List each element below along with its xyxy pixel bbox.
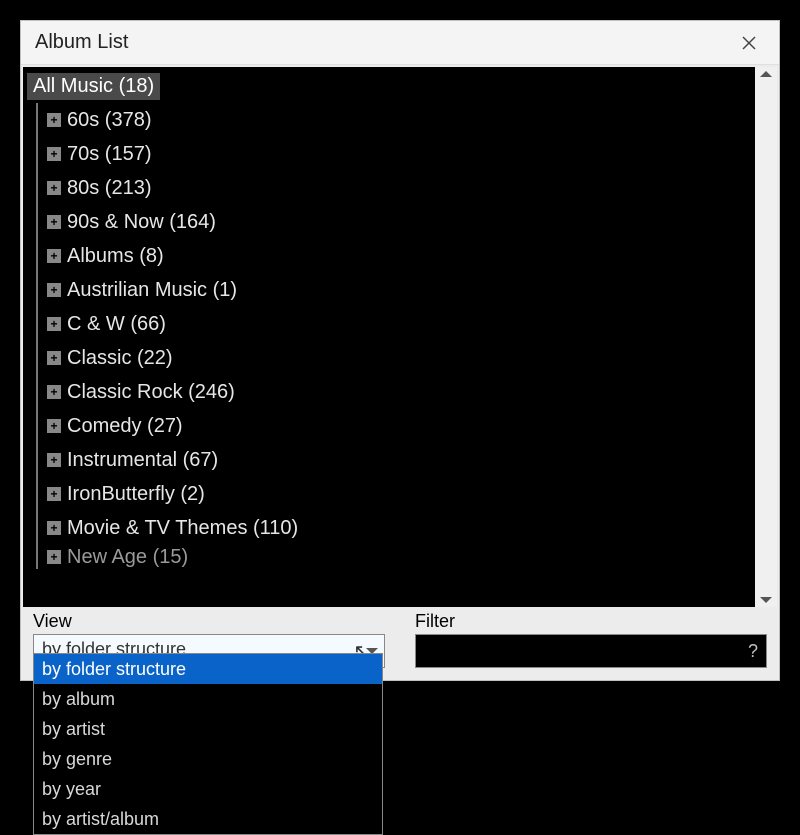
close-button[interactable]	[729, 25, 769, 61]
tree-item-label: C & W (66)	[67, 313, 166, 336]
scroll-up-icon[interactable]	[760, 71, 772, 77]
expand-icon[interactable]: +	[47, 550, 61, 564]
filter-label: Filter	[415, 611, 767, 632]
titlebar: Album List	[21, 21, 779, 65]
dropdown-option[interactable]: by year	[34, 774, 382, 804]
dropdown-option[interactable]: by genre	[34, 744, 382, 774]
tree-item-label: 60s (378)	[67, 109, 152, 132]
scrollbar[interactable]	[755, 67, 777, 607]
filter-help-icon[interactable]: ?	[748, 641, 758, 662]
tree-root[interactable]: All Music (18)	[27, 69, 755, 103]
tree-item[interactable]: +80s (213)	[27, 171, 755, 205]
tree-item-label: 70s (157)	[67, 143, 152, 166]
album-list-window: Album List All Music (18) +60s (378) +70…	[20, 20, 780, 681]
dropdown-option[interactable]: by folder structure	[34, 654, 382, 684]
expand-icon[interactable]: +	[47, 521, 61, 535]
tree-item-label: Albums (8)	[67, 245, 164, 268]
tree-item-label: Instrumental (67)	[67, 449, 218, 472]
expand-icon[interactable]: +	[47, 181, 61, 195]
view-label: View	[33, 611, 385, 632]
tree-item[interactable]: +60s (378)	[27, 103, 755, 137]
filter-group: Filter ?	[415, 611, 767, 668]
window-title: Album List	[35, 31, 128, 54]
tree-item[interactable]: + Movie & TV Themes (110)	[27, 511, 755, 545]
tree-item-label: Movie & TV Themes (110)	[67, 517, 298, 540]
expand-icon[interactable]: +	[47, 113, 61, 127]
dropdown-option[interactable]: by artist	[34, 714, 382, 744]
tree-item-label: 80s (213)	[67, 177, 152, 200]
tree-item-label: Austrilian Music (1)	[67, 279, 237, 302]
tree-item-label: IronButterfly (2)	[67, 483, 205, 506]
tree-item-label: 90s & Now (164)	[67, 211, 216, 234]
close-icon	[742, 36, 756, 50]
expand-icon[interactable]: +	[47, 249, 61, 263]
expand-icon[interactable]: +	[47, 317, 61, 331]
expand-icon[interactable]: +	[47, 351, 61, 365]
tree-item-label: Classic (22)	[67, 347, 173, 370]
view-dropdown[interactable]: by folder structure by album by artist b…	[33, 653, 383, 835]
tree-item[interactable]: + Classic (22)	[27, 341, 755, 375]
tree-item[interactable]: +70s (157)	[27, 137, 755, 171]
filter-input[interactable]: ?	[415, 634, 767, 668]
tree-item[interactable]: +90s & Now (164)	[27, 205, 755, 239]
dropdown-option[interactable]: by artist/album	[34, 804, 382, 834]
expand-icon[interactable]: +	[47, 283, 61, 297]
tree-area: All Music (18) +60s (378) +70s (157) +80…	[23, 67, 777, 607]
tree-item[interactable]: + Albums (8)	[27, 239, 755, 273]
tree-item[interactable]: + New Age (15)	[27, 545, 755, 569]
tree-item-label: Comedy (27)	[67, 415, 183, 438]
tree-item-label: All Music (18)	[27, 73, 160, 100]
expand-icon[interactable]: +	[47, 487, 61, 501]
tree-item[interactable]: + Classic Rock (246)	[27, 375, 755, 409]
expand-icon[interactable]: +	[47, 147, 61, 161]
tree-item-label: New Age (15)	[67, 546, 188, 569]
folder-tree[interactable]: All Music (18) +60s (378) +70s (157) +80…	[23, 67, 755, 607]
tree-item[interactable]: + Comedy (27)	[27, 409, 755, 443]
dropdown-option[interactable]: by album	[34, 684, 382, 714]
tree-item[interactable]: + C & W (66)	[27, 307, 755, 341]
expand-icon[interactable]: +	[47, 419, 61, 433]
expand-icon[interactable]: +	[47, 453, 61, 467]
tree-item[interactable]: + Instrumental (67)	[27, 443, 755, 477]
expand-icon[interactable]: +	[47, 385, 61, 399]
tree-item[interactable]: + IronButterfly (2)	[27, 477, 755, 511]
scroll-down-icon[interactable]	[760, 597, 772, 603]
tree-item[interactable]: + Austrilian Music (1)	[27, 273, 755, 307]
expand-icon[interactable]: +	[47, 215, 61, 229]
tree-item-label: Classic Rock (246)	[67, 381, 235, 404]
